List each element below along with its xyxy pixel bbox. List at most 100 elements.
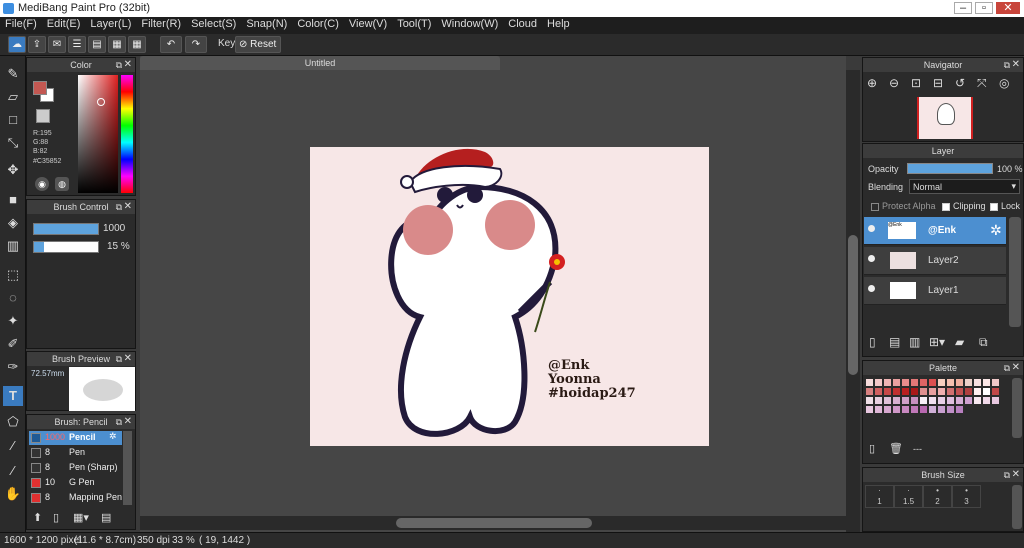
page-icon[interactable]: ▤ xyxy=(88,36,106,53)
color-gradient-picker[interactable] xyxy=(78,75,118,193)
menu-layer[interactable]: Layer(L) xyxy=(85,17,136,31)
palette-swatch[interactable] xyxy=(893,406,900,413)
palette-swatch[interactable] xyxy=(866,406,873,413)
dock-icon[interactable]: ⧉ xyxy=(1004,361,1010,375)
palette-swatch[interactable] xyxy=(920,388,927,395)
palette-swatch[interactable] xyxy=(902,379,909,386)
visibility-icon[interactable] xyxy=(868,285,875,292)
layer-menu-icon[interactable]: ⊞▾ xyxy=(929,335,945,349)
brush-size-slider[interactable] xyxy=(33,223,99,235)
palette-swatch[interactable] xyxy=(956,379,963,386)
visibility-icon[interactable] xyxy=(868,225,875,232)
comment-icon[interactable]: ✉ xyxy=(48,36,66,53)
vertical-scroll-thumb[interactable] xyxy=(848,235,858,375)
add-halftone-layer-icon[interactable]: ▤ xyxy=(889,335,900,349)
select-rect-tool-icon[interactable]: ⬚ xyxy=(3,265,23,285)
menu-select[interactable]: Select(S) xyxy=(186,17,241,31)
lock-checkbox[interactable] xyxy=(990,203,998,211)
palette-swatch[interactable] xyxy=(911,379,918,386)
palette-swatch[interactable] xyxy=(920,406,927,413)
eyedropper-tool-icon[interactable]: ⁄ xyxy=(3,436,23,456)
upload-icon[interactable]: ⇪ xyxy=(28,36,46,53)
cloud-icon[interactable]: ☁ xyxy=(8,36,26,53)
dock-icon[interactable]: ⧉ xyxy=(116,415,122,429)
fill-rect-tool-icon[interactable]: ■ xyxy=(3,190,23,210)
brush-options-icon[interactable]: ▦▾ xyxy=(73,511,89,524)
palette-swatch[interactable] xyxy=(992,379,999,386)
layer-row-enk[interactable]: @Enk @Enk ✲ xyxy=(864,217,1006,245)
close-button[interactable]: ✕ xyxy=(996,2,1020,14)
menu-cloud[interactable]: Cloud xyxy=(503,17,542,31)
close-icon[interactable]: ✕ xyxy=(1012,58,1020,72)
canvas-paper[interactable]: @Enk Yoonna #hoidap247 xyxy=(310,147,709,446)
palette-swatch[interactable] xyxy=(911,397,918,404)
palette-swatch[interactable] xyxy=(947,406,954,413)
add-layer-icon[interactable]: ▯ xyxy=(869,335,876,349)
palette-swatch[interactable] xyxy=(929,397,936,404)
palette-swatch[interactable] xyxy=(902,388,909,395)
palette-swatch[interactable] xyxy=(974,388,981,395)
hand-tool-icon[interactable]: ✋ xyxy=(3,484,23,504)
palette-swatch[interactable] xyxy=(920,397,927,404)
eraser-tool-icon[interactable]: ▱ xyxy=(3,87,23,107)
layer-row-layer1[interactable]: Layer1 xyxy=(864,277,1006,305)
palette-swatch[interactable] xyxy=(884,397,891,404)
new-brush-icon[interactable]: ▯ xyxy=(53,511,59,524)
add-8bit-layer-icon[interactable]: ▥ xyxy=(909,335,920,349)
palette-swatch[interactable] xyxy=(992,397,999,404)
dock-icon[interactable]: ⧉ xyxy=(1004,58,1010,72)
palette-swatch[interactable] xyxy=(956,388,963,395)
palette-swatch[interactable] xyxy=(866,388,873,395)
palette-swatch[interactable] xyxy=(884,388,891,395)
grid-icon[interactable]: ▦ xyxy=(128,36,146,53)
menu-filter[interactable]: Filter(R) xyxy=(136,17,186,31)
document-tab[interactable]: Untitled xyxy=(140,56,500,70)
menu-file[interactable]: File(F) xyxy=(0,17,42,31)
palette-swatch[interactable] xyxy=(992,388,999,395)
palette-swatch[interactable] xyxy=(965,388,972,395)
close-icon[interactable]: ✕ xyxy=(124,415,132,429)
hue-slider[interactable] xyxy=(121,75,133,193)
brush-size-option[interactable]: • 3 xyxy=(952,485,981,508)
dock-icon[interactable]: ⧉ xyxy=(116,58,122,72)
palette-swatch[interactable] xyxy=(965,379,972,386)
palette-swatch[interactable] xyxy=(929,379,936,386)
palette-swatch[interactable] xyxy=(884,379,891,386)
palette-icon[interactable]: ◍ xyxy=(55,177,69,191)
layer-row-layer2[interactable]: Layer2 xyxy=(864,247,1006,275)
brush-item-g-pen[interactable]: 10 G Pen xyxy=(29,476,122,490)
close-icon[interactable]: ✕ xyxy=(124,200,132,214)
palette-swatch[interactable] xyxy=(956,397,963,404)
dock-icon[interactable]: ⧉ xyxy=(116,352,122,366)
lasso-tool-icon[interactable]: ◌ xyxy=(3,288,23,308)
palette-swatch[interactable] xyxy=(929,406,936,413)
palette-swatch[interactable] xyxy=(875,406,882,413)
palette-swatch[interactable] xyxy=(974,397,981,404)
palette-swatch[interactable] xyxy=(893,388,900,395)
maximize-button[interactable]: ▫ xyxy=(975,2,993,14)
brush-tool-icon[interactable]: ✎ xyxy=(3,64,23,84)
palette-swatch[interactable] xyxy=(893,397,900,404)
undo-button[interactable]: ↶ xyxy=(160,36,182,53)
visibility-icon[interactable] xyxy=(868,255,875,262)
rectangle-tool-icon[interactable]: □ xyxy=(3,110,23,130)
brush-opacity-slider[interactable] xyxy=(33,241,99,253)
menu-color[interactable]: Color(C) xyxy=(292,17,344,31)
brush-size-option[interactable]: · 1 xyxy=(865,485,894,508)
palette-swatch[interactable] xyxy=(875,388,882,395)
primary-color-swatch[interactable] xyxy=(33,81,47,95)
color-picker-handle[interactable] xyxy=(97,98,105,106)
text-tool-icon[interactable]: T xyxy=(3,386,23,406)
layer-opacity-slider[interactable] xyxy=(907,163,993,174)
reset-button[interactable]: ⊘ Reset xyxy=(235,36,281,53)
new-palette-icon[interactable]: ▯ xyxy=(869,442,875,455)
color-wheel-icon[interactable]: ◉ xyxy=(35,177,49,191)
palette-swatch[interactable] xyxy=(893,379,900,386)
horizontal-scrollbar[interactable] xyxy=(140,516,846,530)
select-eraser-tool-icon[interactable]: ✑ xyxy=(3,357,23,377)
palette-scrollbar[interactable] xyxy=(1012,378,1022,438)
dock-icon[interactable]: ⧉ xyxy=(1004,468,1010,482)
palette-swatch[interactable] xyxy=(965,397,972,404)
bucket-tool-icon[interactable]: ◈ xyxy=(3,213,23,233)
palette-swatch[interactable] xyxy=(947,388,954,395)
